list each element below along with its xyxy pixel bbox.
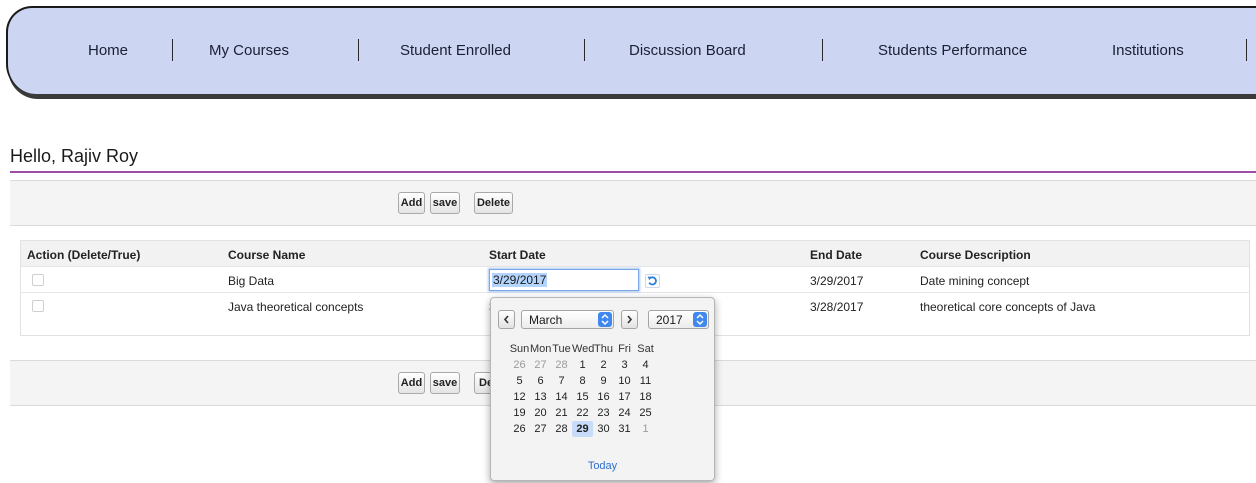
calendar-day[interactable]: 30	[593, 421, 614, 437]
weekday-label: Sun	[509, 343, 530, 355]
delete-checkbox[interactable]	[32, 300, 44, 312]
calendar-week: 26 27 28 29 30 31 1	[509, 421, 656, 437]
course-description-cell: Date mining concept	[920, 274, 1030, 288]
nav-separator	[822, 39, 823, 61]
reset-date-icon[interactable]	[645, 274, 660, 288]
course-name-cell: Java theoretical concepts	[228, 300, 364, 314]
column-header-course-description: Course Description	[920, 248, 1031, 262]
weekday-label: Tue	[552, 343, 571, 355]
add-button[interactable]: Add	[398, 372, 425, 394]
table-row: Big Data 3/29/2017 3/29/2017 Date mining…	[21, 267, 1249, 293]
calendar-day[interactable]: 14	[551, 389, 572, 405]
next-month-icon	[627, 315, 633, 324]
weekday-label: Mon	[530, 343, 552, 355]
month-select[interactable]: March	[521, 310, 614, 329]
calendar-day[interactable]: 26	[509, 357, 530, 373]
calendar-day[interactable]: 25	[635, 405, 656, 421]
calendar-week: 26 27 28 1 2 3 4	[509, 357, 656, 373]
calendar-day[interactable]: 28	[551, 421, 572, 437]
calendar-day[interactable]: 19	[509, 405, 530, 421]
calendar-day[interactable]: 18	[635, 389, 656, 405]
datepicker-popup: March 2017 Sun Mon Tue Wed Thu Fri Sat 2…	[490, 297, 715, 481]
nav-students-performance[interactable]: Students Performance	[878, 42, 1027, 59]
nav-separator	[172, 39, 173, 61]
nav-separator	[584, 39, 585, 61]
top-toolbar: Add save Delete	[10, 180, 1256, 226]
calendar-day[interactable]: 11	[635, 373, 656, 389]
today-link[interactable]: Today	[491, 460, 714, 472]
start-date-value: 3/29/2017	[492, 273, 548, 287]
nav-separator	[1246, 39, 1247, 61]
calendar-week: 12 13 14 15 16 17 18	[509, 389, 656, 405]
add-button[interactable]: Add	[398, 192, 425, 214]
prev-month-icon	[503, 315, 509, 324]
calendar-week: 19 20 21 22 23 24 25	[509, 405, 656, 421]
month-value: March	[529, 312, 563, 327]
greeting-title: Hello, Rajiv Roy	[10, 146, 139, 166]
calendar-day[interactable]: 27	[530, 421, 551, 437]
calendar-day[interactable]: 12	[509, 389, 530, 405]
calendar-day[interactable]: 22	[572, 405, 593, 421]
calendar-week: 5 6 7 8 9 10 11	[509, 373, 656, 389]
calendar-day[interactable]: 4	[635, 357, 656, 373]
weekday-label: Sat	[637, 343, 654, 355]
save-button[interactable]: save	[430, 372, 460, 394]
calendar-day[interactable]: 7	[551, 373, 572, 389]
calendar-day[interactable]: 20	[530, 405, 551, 421]
nav-my-courses[interactable]: My Courses	[209, 42, 289, 59]
calendar-day[interactable]: 5	[509, 373, 530, 389]
start-date-input[interactable]: 3/29/2017	[489, 269, 639, 291]
end-date-cell: 3/28/2017	[810, 300, 864, 314]
calendar-day[interactable]: 28	[551, 357, 572, 373]
column-header-course-name: Course Name	[228, 248, 306, 262]
calendar-day[interactable]: 1	[572, 357, 593, 373]
calendar-day[interactable]: 8	[572, 373, 593, 389]
prev-month-button[interactable]	[498, 310, 515, 329]
calendar-day[interactable]: 23	[593, 405, 614, 421]
year-stepper-icon	[693, 312, 707, 327]
calendar-day[interactable]: 2	[593, 357, 614, 373]
delete-button[interactable]: Delete	[474, 192, 513, 214]
calendar-grid: Sun Mon Tue Wed Thu Fri Sat 26 27 28 1 2…	[509, 343, 656, 437]
next-month-button[interactable]	[621, 310, 638, 329]
calendar-day[interactable]: 15	[572, 389, 593, 405]
calendar-day[interactable]: 3	[614, 357, 635, 373]
top-nav-bar: Home My Courses Student Enrolled Discuss…	[6, 6, 1256, 94]
nav-student-enrolled[interactable]: Student Enrolled	[400, 42, 511, 59]
month-stepper-icon	[598, 312, 612, 327]
calendar-day[interactable]: 9	[593, 373, 614, 389]
calendar-day[interactable]: 17	[614, 389, 635, 405]
calendar-day[interactable]: 26	[509, 421, 530, 437]
nav-separator	[358, 39, 359, 61]
course-name-cell: Big Data	[228, 274, 275, 288]
weekday-label: Wed	[572, 343, 595, 355]
year-value: 2017	[656, 312, 683, 327]
nav-institutions[interactable]: Institutions	[1112, 42, 1184, 59]
calendar-day[interactable]: 31	[614, 421, 635, 437]
delete-checkbox[interactable]	[32, 274, 44, 286]
calendar-day[interactable]: 21	[551, 405, 572, 421]
nav-home[interactable]: Home	[88, 42, 128, 59]
table-header-row: Action (Delete/True) Course Name Start D…	[21, 241, 1249, 267]
calendar-day[interactable]: 1	[635, 421, 656, 437]
calendar-day[interactable]: 24	[614, 405, 635, 421]
calendar-day[interactable]: 27	[530, 357, 551, 373]
year-select[interactable]: 2017	[648, 310, 709, 329]
save-button[interactable]: save	[430, 192, 460, 214]
calendar-day[interactable]: 13	[530, 389, 551, 405]
calendar-day[interactable]: 10	[614, 373, 635, 389]
weekday-label: Fri	[618, 343, 631, 355]
calendar-day[interactable]: 6	[530, 373, 551, 389]
weekday-label: Thu	[594, 343, 613, 355]
course-description-cell: theoretical core concepts of Java	[920, 300, 1096, 314]
nav-discussion-board[interactable]: Discussion Board	[629, 42, 746, 59]
header-divider	[10, 171, 1256, 173]
calendar-day-selected[interactable]: 29	[572, 421, 593, 437]
column-header-start-date: Start Date	[489, 248, 546, 262]
weekday-header: Sun Mon Tue Wed Thu Fri Sat	[509, 343, 656, 357]
column-header-end-date: End Date	[810, 248, 863, 262]
calendar-day[interactable]: 16	[593, 389, 614, 405]
end-date-cell: 3/29/2017	[810, 274, 864, 288]
column-header-action: Action (Delete/True)	[27, 248, 141, 262]
